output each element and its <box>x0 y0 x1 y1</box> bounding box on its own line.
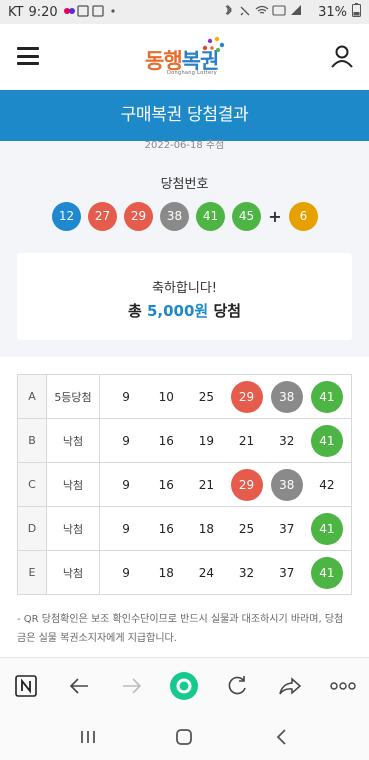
battery-icon <box>352 3 361 21</box>
matched-number-ball: 29 <box>230 468 263 501</box>
prize-text: 총 5,000원 당첨 <box>127 302 242 320</box>
winning-ball: 29 <box>124 201 153 231</box>
game-numbers: 9 18 24 32 37 41 <box>99 550 352 595</box>
game-numbers: 9 16 18 25 37 41 <box>99 506 352 551</box>
winning-ball: 45 <box>232 201 261 231</box>
ticket-number: 16 <box>158 477 174 492</box>
game-label: D <box>17 506 47 551</box>
main-content: 2022-06-18 추첨 당첨번호 12 27 29 38 41 45 + 6… <box>0 141 369 657</box>
draw-date: 2022-06-18 추첨 <box>144 140 225 151</box>
matched-number-ball: 41 <box>310 424 343 457</box>
game-status: 낙첨 <box>46 550 100 595</box>
matched-number-ball: 38 <box>270 380 303 413</box>
naver-home-icon[interactable] <box>10 670 42 702</box>
green-dot-icon[interactable] <box>168 670 200 702</box>
donghang-lottery-logo[interactable]: 동행복권 Donghang Lottery <box>145 36 225 80</box>
ticket-number: 18 <box>198 521 215 536</box>
ticket-number: 9 <box>122 521 130 536</box>
carrier-label: KT <box>8 4 24 20</box>
logo-dots-icon <box>202 36 225 52</box>
game-numbers: 9 16 21 29 38 42 <box>99 462 352 507</box>
browser-toolbar <box>0 657 369 713</box>
system-icons <box>223 4 313 20</box>
ticket-number: 37 <box>279 521 295 536</box>
ticket-number: 42 <box>319 477 335 492</box>
table-row: B 낙첨 9 16 19 21 32 41 <box>17 418 352 463</box>
matched-number-ball: 41 <box>310 556 343 589</box>
plus-sign: + <box>268 206 282 226</box>
ticket-number: 24 <box>198 565 215 580</box>
winning-ball: 27 <box>88 201 117 231</box>
winning-ball: 12 <box>52 201 81 231</box>
more-icon[interactable] <box>327 670 359 702</box>
table-row: C 낙첨 9 16 21 29 38 42 <box>17 462 352 507</box>
game-label: C <box>17 462 47 507</box>
qr-notice: - QR 당첨확인은 보조 확인수단이므로 반드시 실물과 대조하시기 바라며,… <box>17 614 344 644</box>
congrats-text: 축하합니다! <box>151 281 217 296</box>
game-status: 5등당첨 <box>46 374 100 419</box>
table-row: A 5등당첨 9 10 25 29 38 41 <box>17 374 352 419</box>
back-arrow-icon[interactable] <box>63 670 95 702</box>
ticket-number: 9 <box>122 565 130 580</box>
menu-icon[interactable] <box>17 47 39 65</box>
prize-amount: 5,000원 <box>146 302 209 320</box>
matched-number-ball: 41 <box>310 512 343 545</box>
back-icon[interactable] <box>265 721 297 753</box>
time-label: 9:20 <box>28 4 58 20</box>
app-header: 동행복권 Donghang Lottery <box>0 24 369 90</box>
home-icon[interactable] <box>168 721 200 753</box>
ticket-number: 16 <box>158 433 174 448</box>
user-icon[interactable] <box>330 44 354 68</box>
share-icon[interactable] <box>274 670 306 702</box>
matched-number-ball: 41 <box>310 380 343 413</box>
ticket-number: 21 <box>198 477 215 492</box>
ticket-number: 25 <box>198 389 215 404</box>
ticket-number: 9 <box>122 389 130 404</box>
ticket-number: 32 <box>238 565 255 580</box>
ticket-number: 19 <box>198 433 215 448</box>
game-status: 낙첨 <box>46 506 100 551</box>
game-label: E <box>17 550 47 595</box>
winning-ball: 38 <box>160 201 189 231</box>
bonus-ball: 6 <box>289 201 318 231</box>
battery-label: 31% <box>318 4 347 20</box>
ticket-number: 9 <box>122 433 130 448</box>
ticket-results-table: A 5등당첨 9 10 25 29 38 41 B 낙첨 9 16 19 21 32 41 C 낙첨 9 16 21 29… <box>17 374 352 595</box>
matched-number-ball: 38 <box>270 468 303 501</box>
winning-numbers: 12 27 29 38 41 45 + 6 <box>52 201 325 231</box>
ticket-number: 25 <box>238 521 255 536</box>
game-numbers: 9 16 19 21 32 41 <box>99 418 352 463</box>
ticket-number: 9 <box>122 477 130 492</box>
refresh-icon[interactable] <box>221 670 253 702</box>
result-summary-card: 축하합니다! 총 5,000원 당첨 <box>17 253 352 340</box>
matched-number-ball: 29 <box>230 380 263 413</box>
winning-numbers-label: 당첨번호 <box>160 177 209 192</box>
forward-arrow-icon[interactable] <box>116 670 148 702</box>
ticket-number: 37 <box>279 565 295 580</box>
game-label: A <box>17 374 47 419</box>
ticket-number: 21 <box>238 433 255 448</box>
recent-apps-icon[interactable] <box>72 721 104 753</box>
game-numbers: 9 10 25 29 38 41 <box>99 374 352 419</box>
ticket-number: 18 <box>158 565 174 580</box>
table-row: E 낙첨 9 18 24 32 37 41 <box>17 550 352 595</box>
status-bar: KT 9:20 31% <box>0 0 369 24</box>
ticket-number: 10 <box>158 389 174 404</box>
winning-ball: 41 <box>196 201 225 231</box>
game-status: 낙첨 <box>46 462 100 507</box>
system-nav-bar <box>0 713 369 760</box>
page-title: 구매복권 당첨결과 <box>0 90 369 141</box>
game-status: 낙첨 <box>46 418 100 463</box>
ticket-number: 32 <box>279 433 295 448</box>
game-label: B <box>17 418 47 463</box>
ticket-number: 16 <box>158 521 174 536</box>
table-row: D 낙첨 9 16 18 25 37 41 <box>17 506 352 551</box>
notification-icons <box>63 4 119 20</box>
logo-subtitle: Donghang Lottery <box>167 70 217 76</box>
